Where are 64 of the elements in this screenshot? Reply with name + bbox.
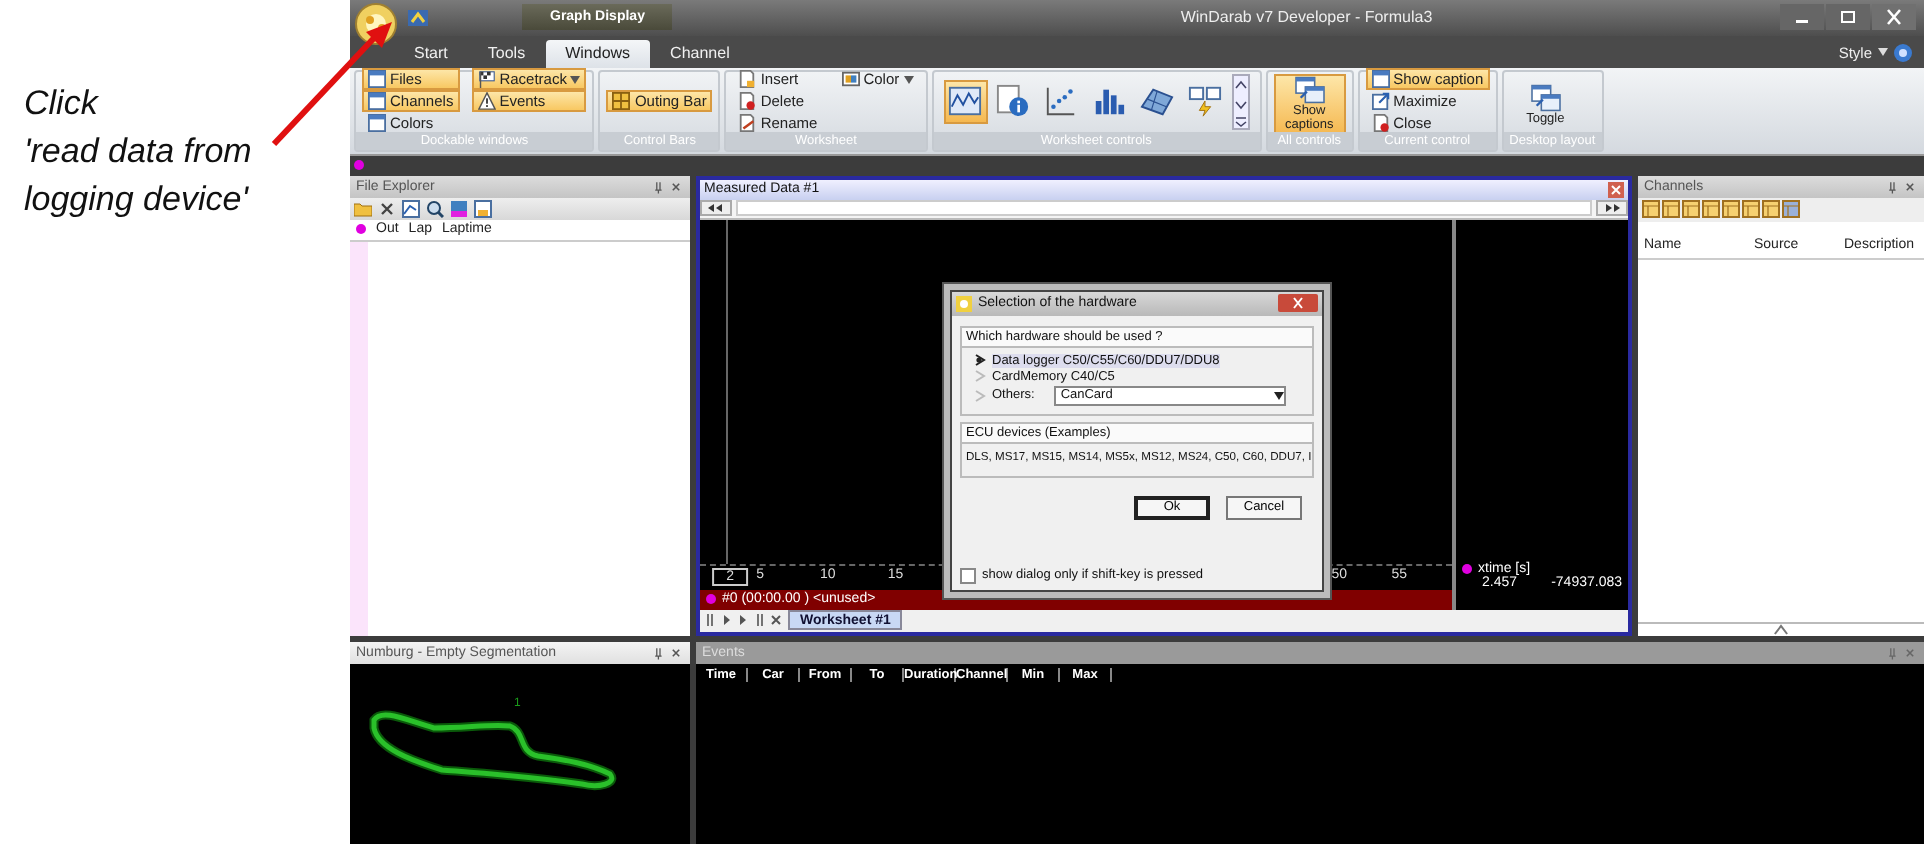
- annotation-text: Click: [24, 82, 101, 126]
- caret-icon: [1274, 391, 1285, 400]
- minimize-icon[interactable]: [1780, 4, 1824, 31]
- windows-icon: [1529, 83, 1562, 112]
- bar-chart-icon: [1092, 84, 1127, 119]
- color-icon: [841, 70, 860, 89]
- chart-icon[interactable]: [402, 199, 420, 218]
- ribbon-tab[interactable]: Start: [394, 39, 468, 68]
- pin-close-icon[interactable]: [652, 179, 684, 194]
- checkbox[interactable]: [960, 567, 976, 584]
- window-icon: [1371, 70, 1390, 89]
- pin-close-icon[interactable]: [1886, 179, 1918, 194]
- gallery-scroll-icon[interactable]: [1231, 73, 1250, 130]
- page-delete-icon: [1371, 114, 1390, 133]
- ribbon-tab[interactable]: Windows: [545, 39, 651, 68]
- windows-icon: [1293, 76, 1326, 105]
- warning-icon: [477, 92, 496, 111]
- read-data-icon[interactable]: [406, 5, 430, 30]
- help-icon[interactable]: [1894, 43, 1912, 62]
- pin-close-icon[interactable]: [652, 645, 684, 660]
- scroll-right-icon[interactable]: [1596, 200, 1628, 217]
- table-icon[interactable]: [1702, 200, 1720, 219]
- table-icon[interactable]: [1642, 200, 1660, 219]
- ribbon-tab[interactable]: Tools: [467, 39, 546, 68]
- table-icon[interactable]: [1722, 200, 1740, 219]
- close-icon[interactable]: [378, 199, 396, 218]
- line-graph-icon: [948, 84, 983, 119]
- scatter-plot-icon: [1044, 84, 1079, 119]
- table-icon[interactable]: [1682, 200, 1700, 219]
- color-icon[interactable]: [450, 199, 468, 218]
- sheet-navigation-icon[interactable]: [706, 614, 782, 627]
- surface-plot-icon: [1140, 84, 1175, 119]
- window-title: WinDarab v7 Developer - Formula3: [1178, 8, 1435, 27]
- table-icon[interactable]: [1782, 200, 1800, 219]
- table-icon[interactable]: [1742, 200, 1760, 219]
- window-icon: [368, 114, 386, 133]
- annotation-text: 'read data from logging device': [24, 130, 254, 222]
- page-edit-icon: [738, 114, 757, 133]
- color-dot: [356, 224, 366, 235]
- page-icon: [738, 70, 757, 89]
- color-dot: [1462, 563, 1472, 574]
- gallery-item[interactable]: [943, 79, 988, 124]
- window-icon: [368, 70, 386, 89]
- ribbon-tab[interactable]: Channel: [650, 39, 750, 68]
- grid-icon: [612, 92, 631, 111]
- page-delete-icon: [738, 92, 757, 111]
- scrollbar[interactable]: [736, 200, 1592, 217]
- info-icon: [996, 84, 1031, 119]
- table-icon[interactable]: [1662, 200, 1680, 219]
- caret-icon[interactable]: [1878, 48, 1888, 57]
- table-icon[interactable]: [1762, 200, 1780, 219]
- close-icon[interactable]: [1278, 294, 1318, 313]
- search-icon[interactable]: [426, 199, 444, 218]
- outing-marker: [354, 160, 364, 171]
- window-icon: [368, 92, 386, 111]
- close-icon[interactable]: [1872, 4, 1916, 31]
- restore-icon[interactable]: [1826, 4, 1870, 31]
- scroll-left-icon[interactable]: [700, 200, 732, 217]
- pointer-arrow: [270, 20, 394, 148]
- export-icon[interactable]: [474, 199, 492, 218]
- window-maximize-icon: [1371, 92, 1390, 111]
- layout-icon: [1188, 84, 1223, 119]
- radio-icon: [974, 354, 986, 367]
- dialog-icon: [956, 295, 972, 312]
